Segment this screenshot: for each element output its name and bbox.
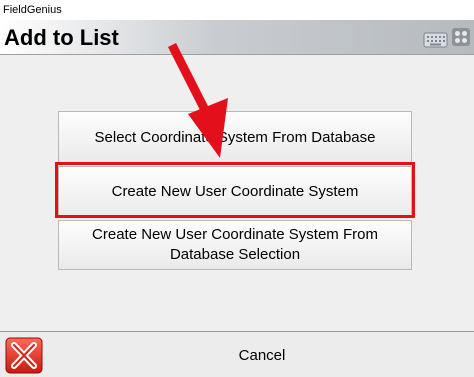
page-header: Add to List (0, 20, 474, 55)
window-title: FieldGenius (3, 4, 62, 16)
window-titlebar: FieldGenius (0, 0, 474, 20)
menu-grid-icon[interactable] (451, 26, 471, 48)
select-coordinate-system-button[interactable]: Select Coordinate System From Database (58, 111, 412, 164)
keyboard-icon[interactable] (423, 28, 448, 50)
create-user-coordinate-system-button[interactable]: Create New User Coordinate System (58, 166, 412, 218)
create-from-database-selection-button[interactable]: Create New User Coordinate System From D… (58, 220, 412, 270)
cancel-button[interactable]: Cancel (58, 335, 466, 375)
close-x-icon[interactable] (5, 337, 43, 374)
footer-bar: Cancel (0, 331, 474, 377)
page-title: Add to List (4, 25, 119, 50)
